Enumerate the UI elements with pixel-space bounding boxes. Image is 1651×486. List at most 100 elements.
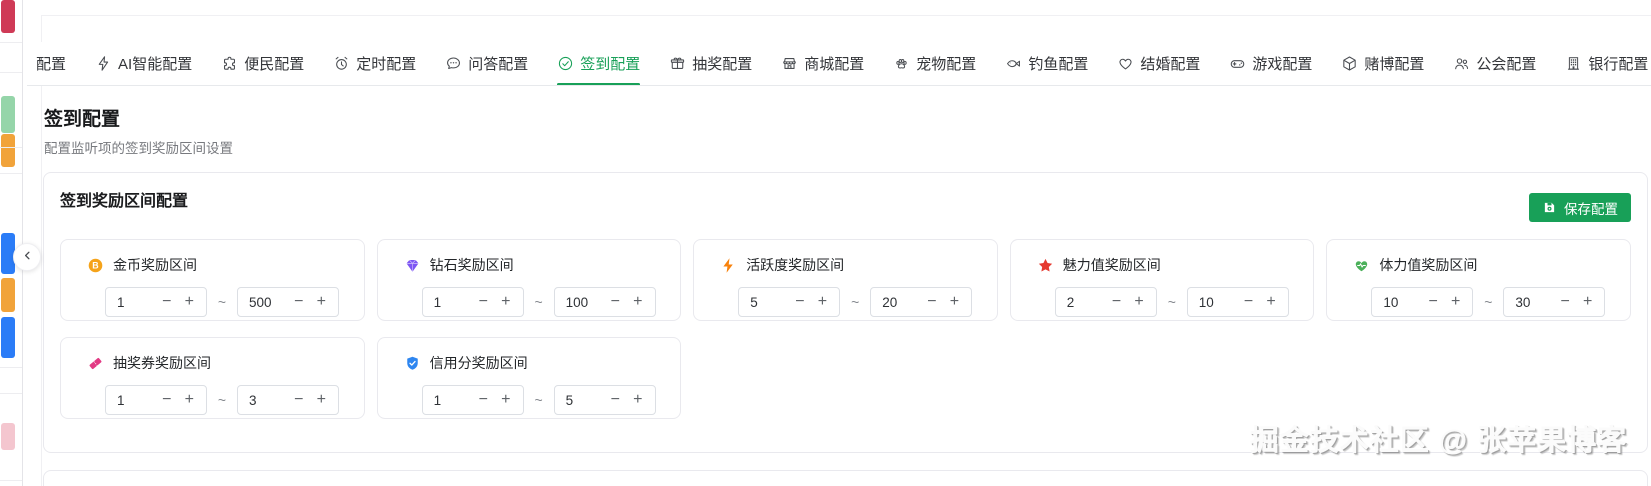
reward-min-stepper: −+ [1054,287,1157,317]
decrease-button[interactable]: − [1557,294,1573,310]
reward-cards-grid: B金币奖励区间−+~−+钻石奖励区间−+~−+活跃度奖励区间−+~−+魅力值奖励… [60,239,1631,419]
decrease-button[interactable]: − [476,294,492,310]
sidebar-menu-divider [0,147,22,148]
heart-icon [1117,55,1134,72]
reward-max-input[interactable] [554,392,608,408]
reward-max-stepper: −+ [553,287,656,317]
reward-card-lottery-ticket: 抽奖券奖励区间−+~−+ [60,337,365,419]
reward-max-input[interactable] [238,392,291,408]
decrease-button[interactable]: − [291,392,307,408]
increase-button[interactable]: + [1131,294,1147,310]
reward-card-gold-coin: B金币奖励区间−+~−+ [60,239,365,321]
tab-gambling[interactable]: 赌博配置 [1341,42,1424,85]
tab-label: 便民配置 [244,56,305,73]
menu-icon-red[interactable] [1,0,15,33]
increase-button[interactable]: + [182,294,198,310]
dice-cube-icon [1341,55,1358,72]
decrease-button[interactable]: − [1241,294,1257,310]
increase-button[interactable]: + [182,392,198,408]
reward-min-input[interactable] [739,294,793,310]
tab-ai[interactable]: AI智能配置 [95,42,192,85]
reward-card-activity: 活跃度奖励区间−+~−+ [693,239,998,321]
increase-button[interactable]: + [630,392,646,408]
decrease-button[interactable]: − [291,294,307,310]
increase-button[interactable]: + [498,392,514,408]
tab-game[interactable]: 游戏配置 [1229,42,1312,85]
tab-qa[interactable]: 问答配置 [445,42,528,85]
sidebar-menu-divider [0,367,22,368]
increase-button[interactable]: + [314,392,330,408]
decrease-button[interactable]: − [792,294,808,310]
reward-max-input[interactable] [554,294,608,310]
decrease-button[interactable]: − [1425,294,1441,310]
save-config-button[interactable]: 保存配置 [1529,193,1631,222]
page-title: 签到配置 [44,109,121,130]
increase-button[interactable]: + [1263,294,1279,310]
menu-icon-orange-2[interactable] [1,278,15,312]
reward-label-text: 金币奖励区间 [113,257,197,273]
sidebar-collapse-button[interactable] [13,243,41,271]
increase-button[interactable]: + [947,294,963,310]
svg-text:B: B [92,260,98,270]
decrease-button[interactable]: − [1109,294,1125,310]
tab-label: 银行配置 [1588,56,1649,73]
tab-bank[interactable]: 银行配置 [1565,42,1648,85]
tab-lottery[interactable]: 抽奖配置 [669,42,752,85]
increase-button[interactable]: + [1580,294,1596,310]
range-separator: ~ [851,294,860,310]
reward-label-text: 魅力值奖励区间 [1062,257,1161,273]
decrease-button[interactable]: − [159,294,175,310]
reward-min-input[interactable] [106,294,159,310]
reward-label-text: 体力值奖励区间 [1379,257,1478,273]
menu-icon-blue-2[interactable] [1,317,15,358]
tab-mall[interactable]: 商城配置 [781,42,864,85]
decrease-button[interactable]: − [608,294,624,310]
tab-signin[interactable]: 签到配置 [557,42,641,85]
reward-min-input[interactable] [1372,294,1426,310]
tab-label: 问答配置 [468,56,529,73]
diamond-icon [404,257,421,274]
reward-min-input[interactable] [422,392,476,408]
reward-min-input[interactable] [106,392,159,408]
reward-max-stepper: −+ [1186,287,1289,317]
reward-max-stepper: −+ [553,385,656,415]
menu-icon-orange[interactable] [1,134,15,167]
signin-reward-panel: 签到奖励区间配置 保存配置 B金币奖励区间−+~−+钻石奖励区间−+~−+活跃度… [43,172,1648,453]
increase-button[interactable]: + [498,294,514,310]
sidebar-menu-divider [0,480,22,481]
decrease-button[interactable]: − [608,392,624,408]
tab-timer[interactable]: 定时配置 [333,42,416,85]
decrease-button[interactable]: − [159,392,175,408]
tab-label: 赌博配置 [1364,56,1425,73]
tab-label: 钓鱼配置 [1028,56,1089,73]
decrease-button[interactable]: − [476,392,492,408]
tab-pet[interactable]: 宠物配置 [893,42,976,85]
reward-label-text: 钻石奖励区间 [429,257,514,273]
increase-button[interactable]: + [630,294,646,310]
reward-min-input[interactable] [1055,294,1109,310]
menu-icon-green[interactable] [1,96,15,133]
tab-label: 配置 [36,56,67,73]
page-subtitle: 配置监听项的签到奖励区间设置 [44,141,233,156]
increase-button[interactable]: + [314,294,330,310]
signin-config-page: 配置 AI智能配置 便民配置 定时配置 问答配置 签到配置 抽奖配置 商城配置 宠物配置 钓鱼配置… [0,0,1651,486]
increase-button[interactable]: + [815,294,831,310]
range-separator: ~ [534,392,543,408]
reward-max-input[interactable] [1504,294,1558,310]
reward-max-stepper: −+ [870,287,973,317]
tab-config-partial[interactable]: 配置 [36,42,66,85]
reward-min-input[interactable] [422,294,476,310]
reward-max-input[interactable] [238,294,291,310]
range-separator: ~ [1484,294,1493,310]
reward-max-input[interactable] [1187,294,1241,310]
tab-label: AI智能配置 [118,56,193,73]
increase-button[interactable]: + [1448,294,1464,310]
menu-icon-pink[interactable] [1,423,15,450]
reward-max-input[interactable] [871,294,925,310]
decrease-button[interactable]: − [924,294,940,310]
tab-convenience[interactable]: 便民配置 [221,42,304,85]
tab-marriage[interactable]: 结婚配置 [1117,42,1200,85]
tab-guild[interactable]: 公会配置 [1453,42,1536,85]
tab-fishing[interactable]: 钓鱼配置 [1005,42,1088,85]
sidebar-menu-divider [0,42,22,43]
